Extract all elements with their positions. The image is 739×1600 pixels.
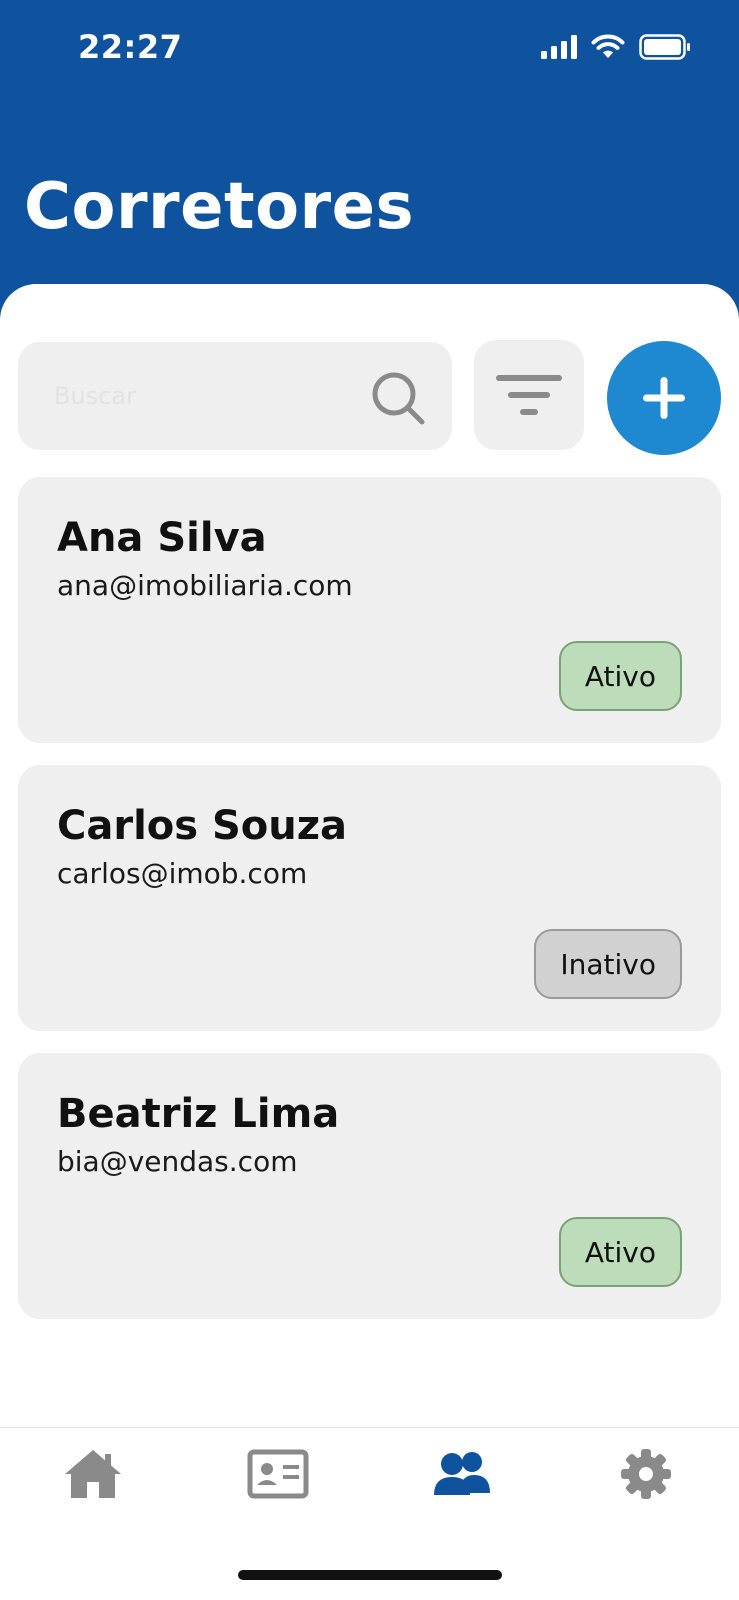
signal-icon [541, 35, 577, 59]
nav-contacts[interactable] [242, 1438, 314, 1510]
broker-name: Carlos Souza [57, 803, 348, 849]
broker-email: ana@imobiliaria.com [57, 569, 353, 602]
filter-button[interactable] [474, 340, 584, 450]
status-badge: Ativo [558, 641, 682, 711]
nav-brokers[interactable] [426, 1438, 498, 1510]
search-box[interactable] [18, 342, 452, 450]
search-icon[interactable] [372, 372, 428, 428]
filter-icon [496, 375, 562, 415]
battery-icon [639, 34, 690, 60]
broker-email: bia@vendas.com [57, 1145, 298, 1178]
broker-card[interactable]: Ana Silva ana@imobiliaria.com Ativo [18, 477, 721, 743]
broker-name: Beatriz Lima [57, 1091, 340, 1137]
status-badge: Ativo [558, 1217, 682, 1287]
nav-home[interactable] [57, 1438, 129, 1510]
contact-card-icon [247, 1449, 309, 1499]
status-badge: Inativo [534, 929, 682, 999]
search-input[interactable] [54, 372, 334, 420]
wifi-icon [591, 34, 625, 58]
broker-card[interactable]: Carlos Souza carlos@imob.com Inativo [18, 765, 721, 1031]
broker-card[interactable]: Beatriz Lima bia@vendas.com Ativo [18, 1053, 721, 1319]
page-title: Corretores [24, 170, 415, 244]
home-icon [65, 1450, 121, 1498]
content-sheet: Ana Silva ana@imobiliaria.com Ativo Carl… [0, 284, 739, 1600]
home-indicator [238, 1570, 502, 1580]
gear-icon [621, 1449, 671, 1499]
status-bar: 22:27 [0, 0, 739, 100]
nav-settings[interactable] [610, 1438, 682, 1510]
add-broker-button[interactable] [607, 341, 721, 455]
broker-email: carlos@imob.com [57, 857, 308, 890]
status-icons [541, 32, 691, 62]
users-icon [434, 1452, 490, 1495]
broker-name: Ana Silva [57, 515, 267, 561]
status-time: 22:27 [78, 28, 183, 66]
plus-icon [643, 377, 685, 419]
